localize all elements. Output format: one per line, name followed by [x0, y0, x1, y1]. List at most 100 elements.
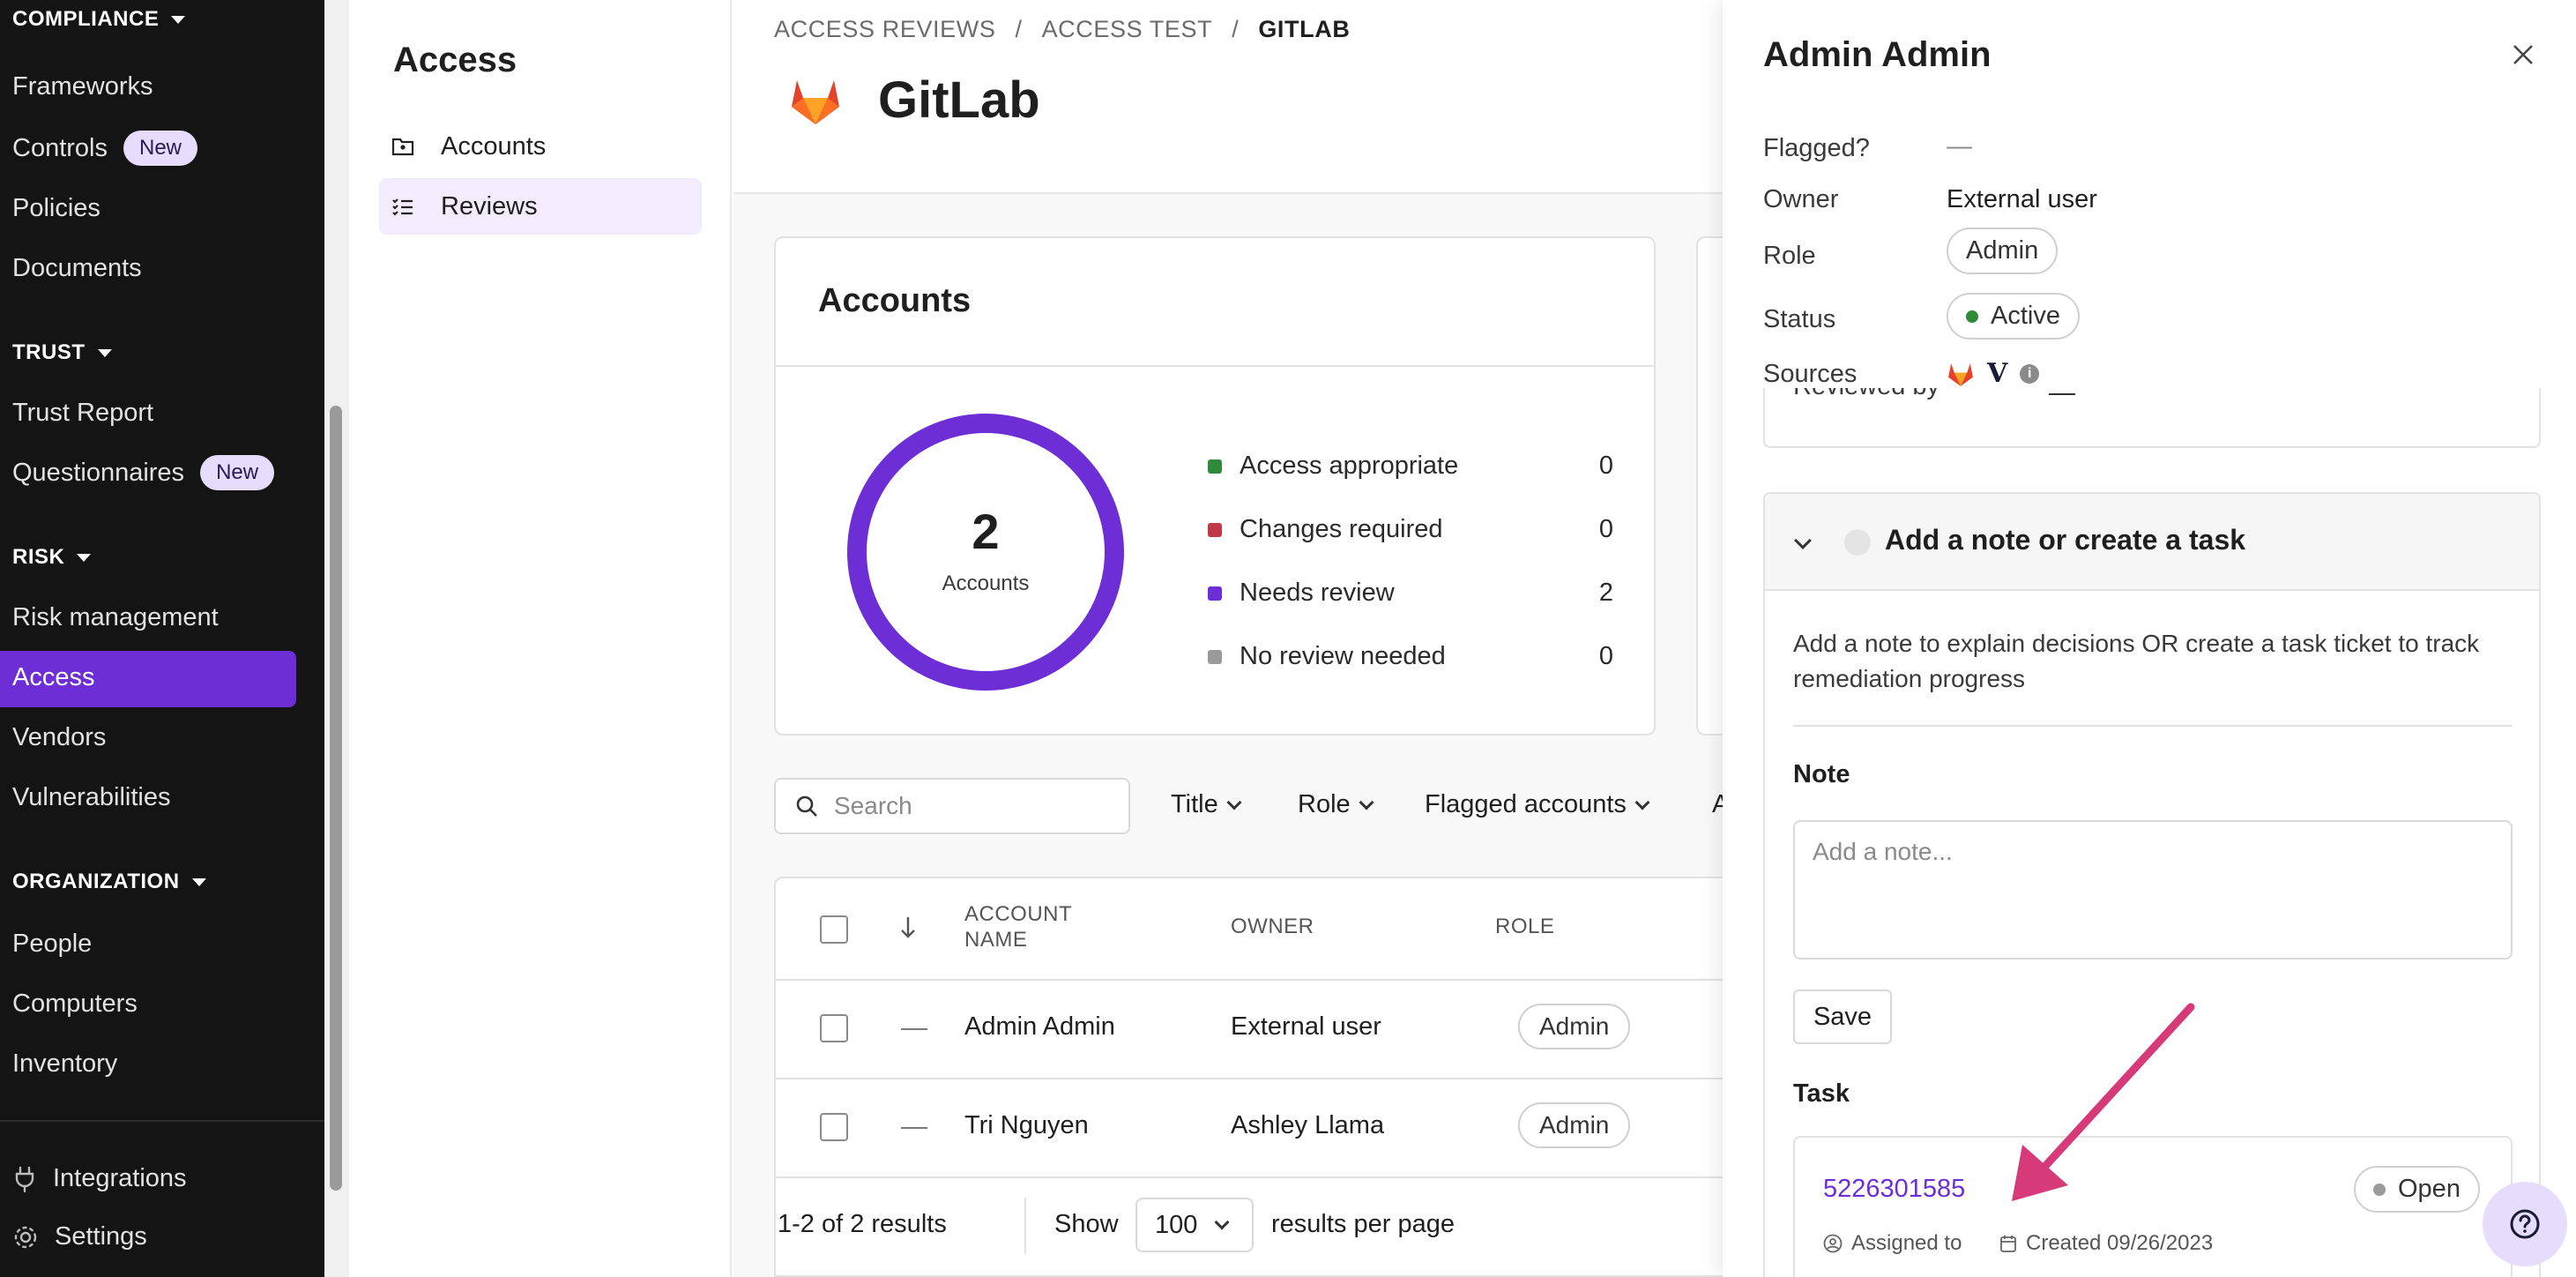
- account-name: Admin Admin: [964, 1012, 1115, 1041]
- pagination-summary: 1-2 of 2 results: [778, 1210, 947, 1238]
- filter-title[interactable]: Title: [1171, 790, 1242, 819]
- legend-changes-required: Changes required 0: [1208, 515, 1613, 544]
- nav-item-risk-management[interactable]: Risk management: [12, 603, 219, 632]
- chevron-down-icon: [1359, 795, 1374, 810]
- nav-section-trust[interactable]: TRUST: [12, 340, 112, 365]
- account-name: Tri Nguyen: [964, 1111, 1089, 1139]
- flag-empty-dash: [901, 1028, 927, 1030]
- gitlab-source-icon: [1948, 362, 1973, 386]
- sort-arrow-down-icon[interactable]: [899, 915, 917, 940]
- new-badge: New: [200, 455, 275, 490]
- save-note-button[interactable]: Save: [1793, 989, 1892, 1044]
- nav-item-policies[interactable]: Policies: [12, 194, 101, 223]
- nav-item-inventory[interactable]: Inventory: [12, 1049, 117, 1079]
- row-checkbox[interactable]: [820, 1113, 848, 1141]
- search-input[interactable]: [834, 792, 1116, 820]
- page-title: GitLab: [878, 71, 1040, 129]
- info-icon[interactable]: i: [2020, 363, 2040, 384]
- flag-empty-dash: [901, 1127, 927, 1129]
- role-badge: Admin: [1518, 1004, 1631, 1049]
- search-box: [774, 778, 1130, 834]
- task-status-badge: Open: [2354, 1166, 2480, 1213]
- status-label: Status: [1763, 305, 1836, 333]
- legend-needs-review: Needs review 2: [1208, 579, 1613, 608]
- nav-item-vulnerabilities[interactable]: Vulnerabilities: [12, 783, 170, 812]
- nav-item-settings[interactable]: Settings: [12, 1222, 147, 1251]
- nav-section-organization[interactable]: ORGANIZATION: [12, 870, 206, 894]
- owner-label: Owner: [1763, 185, 1839, 213]
- nav-divider: [0, 1120, 324, 1122]
- nav-item-controls[interactable]: Controls New: [12, 131, 198, 166]
- nav-section-compliance[interactable]: COMPLIANCE: [12, 7, 186, 32]
- nav-item-vendors[interactable]: Vendors: [12, 723, 106, 752]
- nav-item-frameworks[interactable]: Frameworks: [12, 72, 153, 101]
- sources-label: Sources: [1763, 360, 1858, 388]
- reviewed-by-section: Reviewed by —: [1763, 388, 2541, 448]
- note-panel-header[interactable]: Add a note or create a task: [1765, 494, 2539, 591]
- breadcrumb: ACCESS REVIEWS / ACCESS TEST / GITLAB: [774, 16, 1351, 43]
- main-nav: COMPLIANCE Frameworks Controls New Polici…: [0, 0, 324, 1277]
- nav-item-questionnaires[interactable]: Questionnaires New: [12, 455, 275, 490]
- owner-value: External user: [1947, 185, 2097, 213]
- task-ticket-link[interactable]: 5226301585: [1823, 1175, 1965, 1204]
- nav-item-computers[interactable]: Computers: [12, 989, 138, 1019]
- folder-user-icon: [391, 138, 414, 156]
- column-header-role[interactable]: ROLE: [1495, 914, 1554, 939]
- caret-down-icon: [171, 15, 186, 24]
- task-card: 5226301585 Open Assigned to Created 09/2…: [1793, 1136, 2513, 1277]
- note-panel-title: Add a note or create a task: [1885, 524, 2246, 556]
- breadcrumb-access-reviews[interactable]: ACCESS REVIEWS: [774, 16, 995, 43]
- nav-section-risk[interactable]: RISK: [12, 545, 92, 570]
- donut-total: 2: [972, 504, 1000, 559]
- subnav-title: Access: [393, 41, 517, 79]
- nav-item-integrations[interactable]: Integrations: [12, 1164, 187, 1193]
- help-button[interactable]: [2483, 1182, 2567, 1266]
- pagination-per-page-label: results per page: [1271, 1210, 1455, 1238]
- check-circle-icon: [1844, 529, 1871, 556]
- help-icon: [2510, 1209, 2540, 1239]
- gitlab-logo-icon: [792, 79, 839, 124]
- chevron-down-icon: [1634, 795, 1650, 810]
- select-all-checkbox[interactable]: [820, 915, 848, 944]
- nav-item-trust-report[interactable]: Trust Report: [12, 399, 153, 428]
- close-icon[interactable]: [2507, 39, 2539, 71]
- access-subnav: Access Accounts Reviews: [349, 0, 732, 1277]
- note-textarea[interactable]: [1793, 820, 2513, 960]
- drawer-title: Admin Admin: [1763, 35, 1992, 74]
- chevron-down-icon: [1226, 795, 1242, 810]
- subnav-item-accounts[interactable]: Accounts: [379, 118, 702, 175]
- page-header: GitLab: [788, 71, 1040, 130]
- task-created-date: Created 09/26/2023: [1999, 1231, 2213, 1256]
- donut-total-label: Accounts: [942, 571, 1030, 595]
- status-badge: Active: [1947, 293, 2080, 340]
- reviewed-by-label: Reviewed by: [1793, 388, 1939, 401]
- breadcrumb-access-test[interactable]: ACCESS TEST: [1042, 16, 1213, 43]
- nav-scrollbar[interactable]: [330, 406, 342, 1191]
- accounts-summary-card: Accounts 2 Accounts Access appropriate 0 …: [774, 236, 1656, 736]
- legend-access-appropriate: Access appropriate 0: [1208, 452, 1613, 481]
- nav-item-people[interactable]: People: [12, 930, 92, 959]
- chevron-down-icon[interactable]: [1794, 532, 1812, 549]
- flagged-value: —: [1947, 132, 1972, 161]
- task-label: Task: [1793, 1079, 1850, 1108]
- filter-role[interactable]: Role: [1298, 790, 1374, 819]
- user-icon: [1823, 1234, 1843, 1253]
- row-checkbox[interactable]: [820, 1014, 848, 1042]
- account-detail-drawer: Admin Admin Flagged? — Owner External us…: [1723, 0, 2576, 1277]
- nav-item-access[interactable]: Access: [12, 663, 94, 692]
- filter-flagged-accounts[interactable]: Flagged accounts: [1425, 790, 1650, 819]
- role-badge: Admin: [1947, 228, 2059, 274]
- caret-down-icon: [191, 877, 206, 886]
- subnav-item-reviews[interactable]: Reviews: [379, 178, 702, 235]
- column-header-account-name[interactable]: ACCOUNT NAME: [964, 901, 1106, 952]
- flagged-label: Flagged?: [1763, 134, 1870, 162]
- checklist-icon: [392, 198, 413, 216]
- per-page-select[interactable]: 100: [1135, 1198, 1254, 1252]
- chevron-down-icon: [1214, 1214, 1230, 1230]
- column-header-owner[interactable]: OWNER: [1231, 914, 1314, 939]
- account-owner: External user: [1231, 1012, 1381, 1041]
- account-owner: Ashley Llama: [1231, 1111, 1385, 1139]
- note-label: Note: [1793, 760, 1850, 788]
- nav-item-documents[interactable]: Documents: [12, 254, 142, 283]
- note-panel-description: Add a note to explain decisions OR creat…: [1793, 630, 2480, 692]
